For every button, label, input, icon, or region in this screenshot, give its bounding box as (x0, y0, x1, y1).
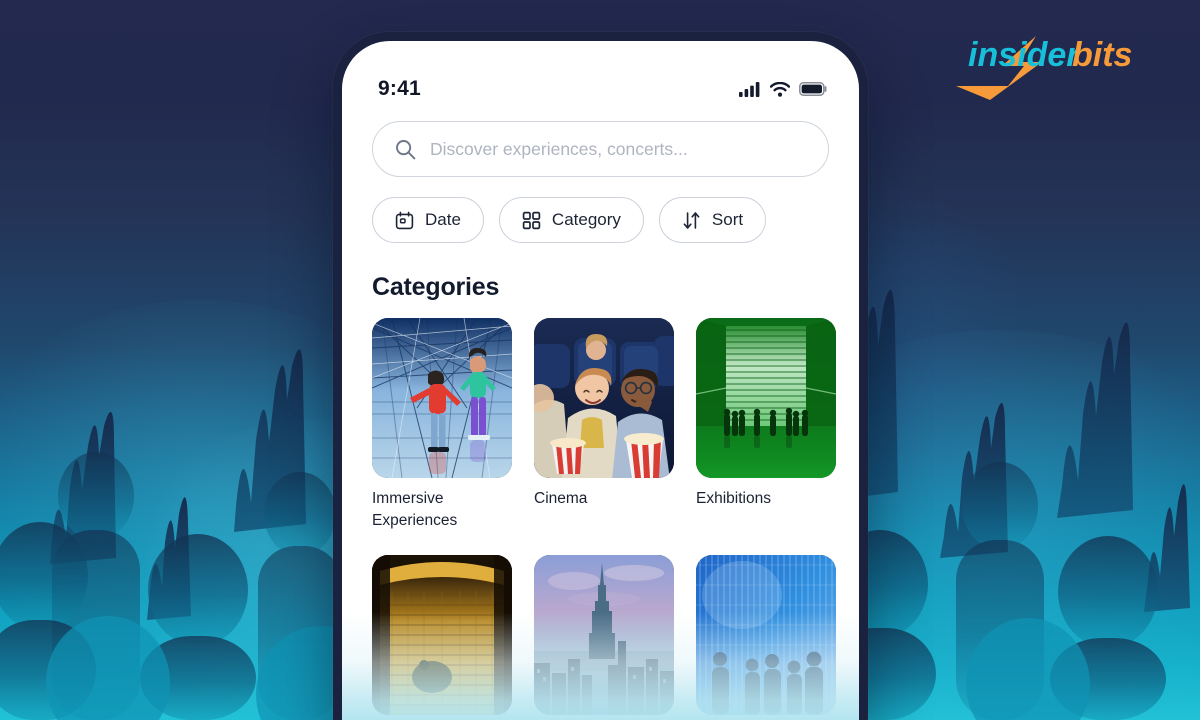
category-thumbnail-immersive-experiences[interactable] (372, 318, 512, 478)
filter-pill-row: Date Category Sort (372, 197, 859, 243)
status-time: 9:41 (378, 77, 421, 100)
category-card-city-tower[interactable] (534, 554, 674, 715)
light-curtain-installation-image (696, 554, 836, 715)
immersive-installation-image (372, 318, 512, 478)
search-input[interactable] (430, 138, 806, 160)
grid-icon (522, 211, 541, 229)
logo-text-bits: bits (1072, 36, 1132, 74)
category-card-theater[interactable] (372, 554, 512, 715)
battery-icon (799, 82, 827, 96)
filter-category-label: Category (551, 210, 621, 229)
filter-sort-label: Sort (711, 210, 744, 229)
status-bar: 9:41 (342, 41, 859, 107)
search-bar[interactable] (372, 121, 829, 177)
search-icon (396, 139, 416, 159)
scene: insider bits 9:41 Discover experiences, … (0, 0, 1200, 720)
insiderbits-logo: insider bits (950, 22, 1160, 100)
category-thumbnail-theater[interactable] (372, 554, 512, 715)
categories-heading: Categories (372, 273, 500, 301)
categories-grid-row-2 (372, 554, 859, 715)
theater-auditorium-image (372, 554, 512, 715)
category-thumbnail-light-curtain[interactable] (696, 554, 836, 715)
sort-arrows-icon (683, 211, 700, 229)
phone-screen: 9:41 Discover experiences, concerts... D… (342, 41, 859, 720)
filter-category-button[interactable]: Category (498, 197, 644, 243)
category-thumbnail-exhibitions[interactable] (696, 318, 836, 478)
city-skyline-image (534, 554, 674, 715)
status-icons (739, 81, 827, 97)
cinema-audience-image (534, 318, 674, 478)
filter-date-label: Date (425, 210, 461, 229)
category-card-immersive-experiences[interactable]: Immersive Experiences (372, 318, 512, 533)
category-label-immersive-experiences: Immersive Experiences (372, 490, 458, 530)
category-card-exhibitions[interactable]: Exhibitions (696, 318, 836, 533)
cellular-signal-icon (739, 81, 760, 97)
wifi-icon (770, 81, 790, 97)
logo-text-insider: insider (968, 36, 1081, 74)
category-thumbnail-city-tower[interactable] (534, 554, 674, 715)
calendar-icon (395, 211, 414, 229)
category-label-exhibitions: Exhibitions (696, 490, 771, 507)
category-card-light-curtain[interactable] (696, 554, 836, 715)
categories-grid-row-1: Immersive Experiences Cinema Exhibitions (372, 318, 859, 533)
filter-sort-button[interactable]: Sort (658, 197, 767, 243)
phone-mockup: 9:41 Discover experiences, concerts... D… (333, 32, 868, 720)
category-thumbnail-cinema[interactable] (534, 318, 674, 478)
category-label-cinema: Cinema (534, 490, 588, 507)
exhibition-gallery-image (696, 318, 836, 478)
filter-date-button[interactable]: Date (372, 197, 484, 243)
category-card-cinema[interactable]: Cinema (534, 318, 674, 533)
